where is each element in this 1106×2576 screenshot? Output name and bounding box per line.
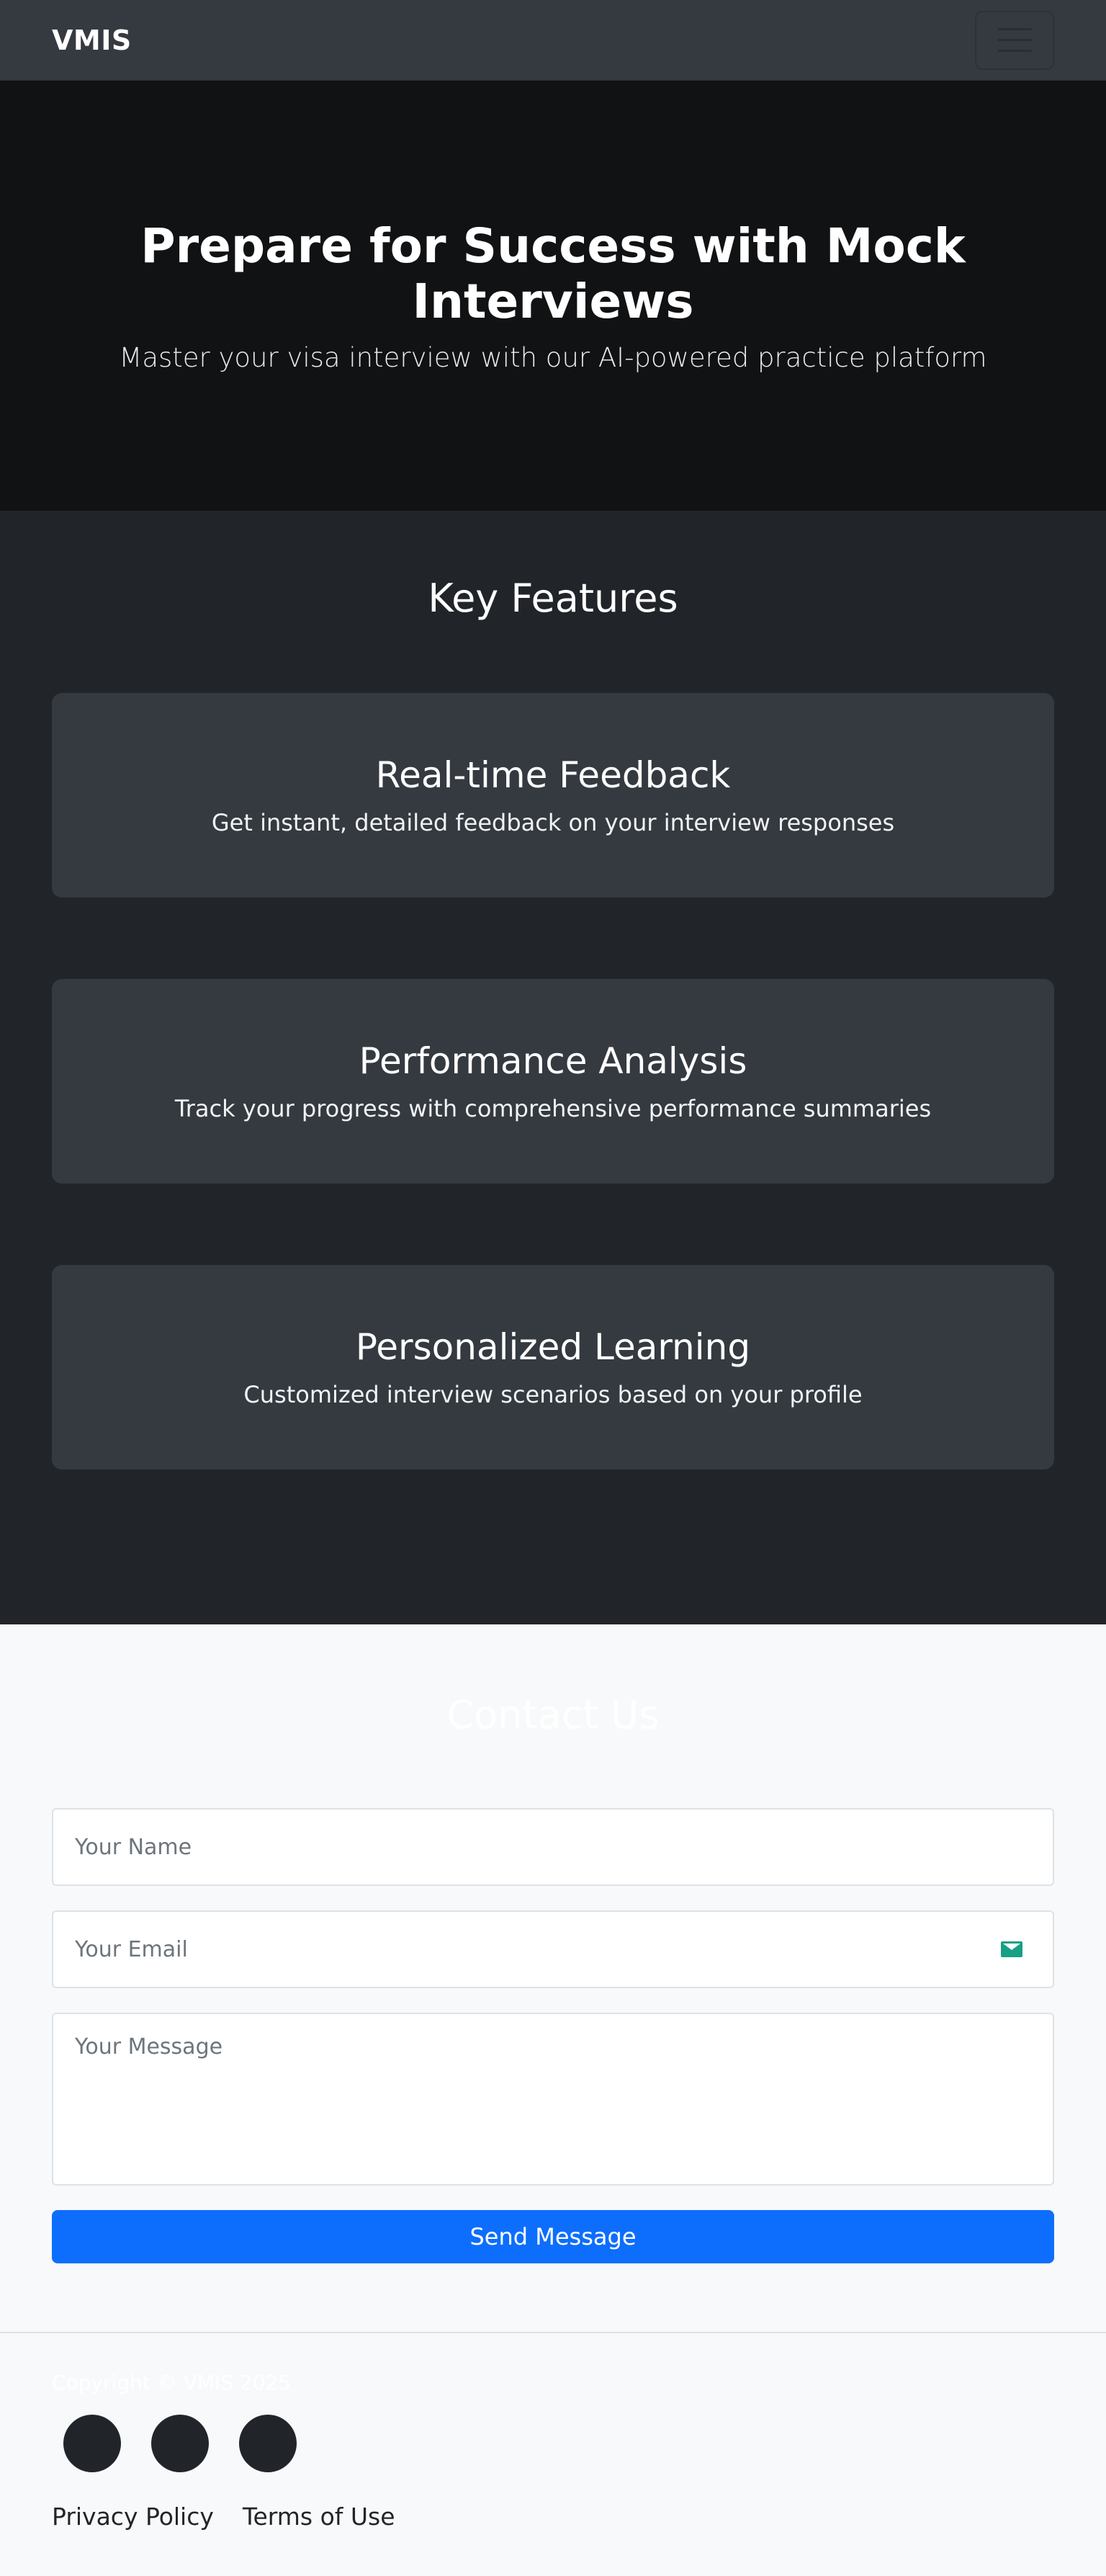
- name-input[interactable]: Your Name: [52, 1808, 1054, 1886]
- social-links: [63, 2415, 1054, 2472]
- feature-title: Personalized Learning: [355, 1326, 751, 1368]
- navbar: VMIS: [0, 0, 1106, 81]
- social-icon[interactable]: [151, 2415, 209, 2472]
- features-heading: Key Features: [428, 576, 678, 621]
- hero-title: Prepare for Success with Mock Interviews: [140, 218, 966, 329]
- contact-heading: Contact Us: [446, 1692, 660, 1738]
- menu-toggle-button[interactable]: [975, 10, 1054, 70]
- name-placeholder: Your Name: [75, 1834, 192, 1860]
- terms-of-use-link[interactable]: Terms of Use: [243, 2503, 395, 2531]
- footer: Copyright © VMIS 2025 Privacy Policy Ter…: [0, 2333, 1106, 2575]
- contact-section: Contact Us Your Name Your Email Your Mes…: [0, 1624, 1106, 2333]
- message-placeholder: Your Message: [75, 2034, 223, 2060]
- feature-card-personalized-learning: Personalized Learning Customized intervi…: [52, 1265, 1054, 1470]
- copyright-text: Copyright © VMIS 2025: [52, 2371, 292, 2394]
- email-input[interactable]: Your Email: [52, 1910, 1054, 1988]
- menu-icon-bar: [997, 28, 1032, 30]
- privacy-policy-link[interactable]: Privacy Policy: [52, 2503, 214, 2531]
- social-icon[interactable]: [63, 2415, 121, 2472]
- email-placeholder: Your Email: [75, 1936, 188, 1962]
- feature-description: Track your progress with comprehensive p…: [174, 1095, 932, 1122]
- feature-title: Real-time Feedback: [375, 754, 731, 796]
- feature-card-performance-analysis: Performance Analysis Track your progress…: [52, 979, 1054, 1184]
- feature-card-realtime-feedback: Real-time Feedback Get instant, detailed…: [52, 693, 1054, 898]
- feature-description: Customized interview scenarios based on …: [243, 1381, 863, 1408]
- hero-subtitle: Master your visa interview with our AI-p…: [119, 342, 987, 373]
- social-icon[interactable]: [239, 2415, 297, 2472]
- menu-icon-bar: [997, 39, 1032, 41]
- hero-section: Prepare for Success with Mock Interviews…: [0, 81, 1106, 511]
- feature-title: Performance Analysis: [359, 1040, 747, 1082]
- features-section: Key Features Real-time Feedback Get inst…: [0, 511, 1106, 1624]
- send-message-button[interactable]: Send Message: [52, 2210, 1054, 2263]
- footer-links: Privacy Policy Terms of Use: [52, 2503, 1054, 2531]
- feature-description: Get instant, detailed feedback on your i…: [211, 809, 895, 836]
- message-textarea[interactable]: Your Message: [52, 2013, 1054, 2186]
- mail-icon: [1001, 1941, 1022, 1957]
- brand-logo[interactable]: VMIS: [52, 24, 132, 56]
- menu-icon-bar: [997, 50, 1032, 52]
